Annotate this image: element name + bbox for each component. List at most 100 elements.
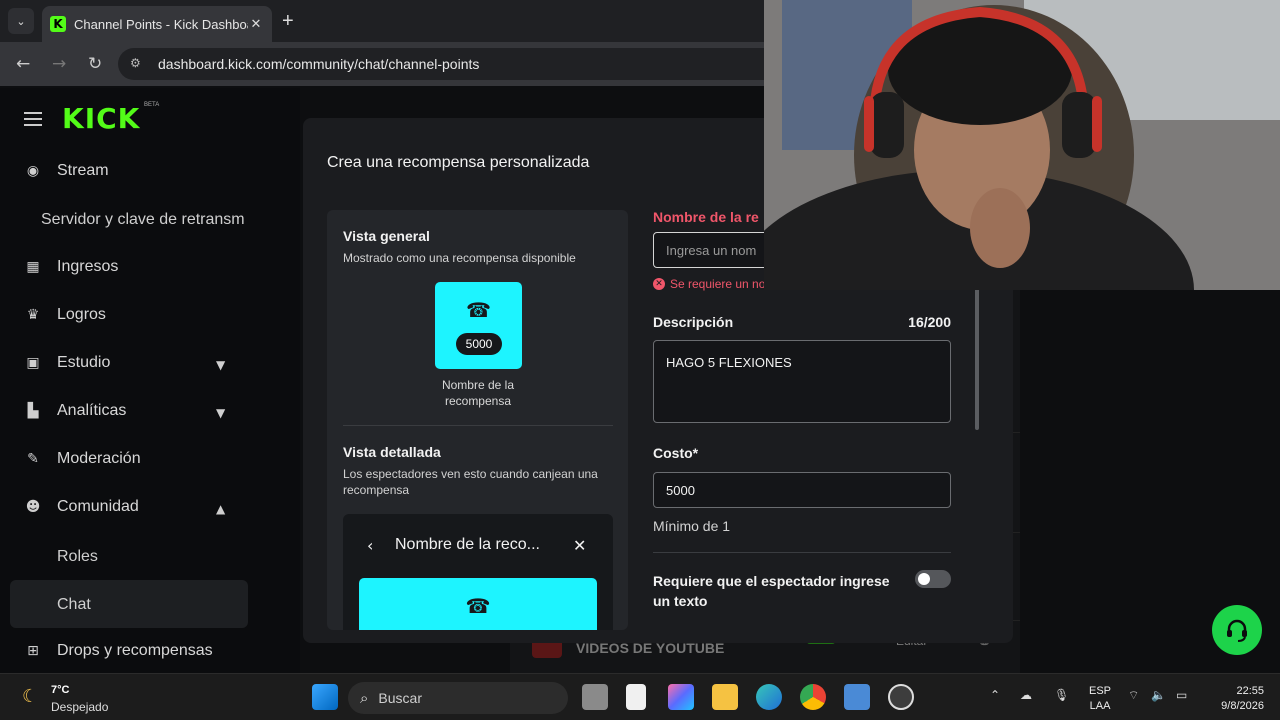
modal-title: Crea una recompensa personalizada [327, 154, 590, 171]
clock-time: 22:55 [1236, 685, 1264, 697]
detail-heading: Vista detallada [343, 444, 441, 460]
sidebar-item-studio[interactable]: ▣ Estudio [24, 354, 110, 372]
broadcast-icon: ◉ [26, 163, 40, 179]
taskbar-search-placeholder: Buscar [378, 690, 422, 706]
users-icon: ☻ [25, 499, 41, 515]
sidebar-item-roles[interactable]: Roles [57, 548, 98, 566]
toggle-knob [918, 573, 930, 585]
sidebar-item-label: Logros [57, 306, 106, 323]
reward-name-error: ✕ Se requiere un no [653, 277, 765, 291]
chevron-up-icon[interactable]: ▲ [216, 502, 225, 516]
search-icon: ⌕ [360, 689, 369, 707]
edge-browser-icon[interactable] [756, 684, 782, 710]
sidebar-item-label: Analíticas [57, 402, 127, 419]
kick-favicon-icon: K [50, 16, 66, 32]
webcam-overlay [764, 0, 1280, 290]
sidebar-item-label: Ingresos [57, 258, 119, 275]
store-icon[interactable] [844, 684, 870, 710]
gift-box-icon: ☎ [466, 298, 491, 322]
obs-icon[interactable] [888, 684, 914, 710]
tab-search-button[interactable]: ⌄ [8, 8, 34, 34]
windows-taskbar: ☾ 7°C Despejado ⌕ Buscar ⌃ ☁ 🎙 ESP LAA ⌔… [0, 673, 1280, 720]
wrench-icon: ✎ [27, 451, 39, 467]
dashboard-sidebar: KICK BETA ◉ Stream Servidor y clave de r… [0, 88, 300, 673]
back-arrow-icon[interactable]: ← [16, 54, 30, 74]
chevron-down-icon[interactable]: ▼ [216, 358, 225, 372]
show-hidden-icons-chevron-icon[interactable]: ⌃ [990, 688, 1000, 702]
reward-tile-preview: ☎ 5000 [435, 282, 522, 369]
sidebar-item-label: Moderación [57, 450, 141, 467]
reward-name-label: Nombre de la re [653, 209, 759, 225]
site-info-icon[interactable]: ⚙ [130, 56, 146, 72]
chevron-down-icon[interactable]: ▼ [216, 406, 225, 420]
webcam-person-image [764, 0, 1280, 290]
sidebar-item-stream[interactable]: ◉ Stream [24, 162, 109, 180]
reload-icon[interactable]: ↻ [88, 54, 102, 74]
task-view-icon[interactable] [582, 684, 608, 710]
detail-reward-tile: ☎ [359, 578, 597, 630]
file-icon[interactable] [626, 684, 646, 710]
cost-hint: Mínimo de 1 [653, 518, 731, 534]
detail-preview-card: ‹ Nombre de la reco... ✕ ☎ [343, 514, 613, 630]
beta-badge: BETA [144, 102, 160, 108]
reward-preview-panel: Vista general Mostrado como una recompen… [327, 210, 628, 630]
gift-box-icon: ☎ [465, 594, 491, 618]
cost-label: Costo* [653, 445, 699, 461]
overview-subtitle: Mostrado como una recompensa disponible [343, 251, 576, 265]
screen: ⌄ K Channel Points - Kick Dashboar ✕ + ←… [0, 0, 1280, 720]
taskbar-search[interactable]: ⌕ Buscar [348, 682, 568, 714]
reward-cost-pill: 5000 [456, 333, 502, 355]
support-headset-button[interactable] [1212, 605, 1262, 655]
sidebar-item-stream-key[interactable]: Servidor y clave de retransm [41, 211, 245, 229]
language-code: ESP [1089, 685, 1112, 697]
sidebar-item-income[interactable]: ▦ Ingresos [24, 258, 118, 276]
microphone-icon[interactable]: 🎙 [1054, 688, 1069, 702]
sidebar-item-label: Estudio [57, 354, 111, 371]
moon-weather-icon[interactable]: ☾ [22, 686, 38, 707]
file-explorer-icon[interactable] [712, 684, 738, 710]
chrome-browser-icon[interactable] [800, 684, 826, 710]
input-language-indicator[interactable]: ESP LAA [1089, 684, 1111, 714]
headset-icon [1227, 619, 1247, 642]
cost-input[interactable]: 5000 [653, 472, 951, 508]
require-text-toggle[interactable] [915, 570, 951, 588]
sidebar-item-analytics[interactable]: ▙ Analíticas [24, 402, 127, 420]
description-char-count: 16/200 [908, 314, 951, 330]
keyboard-layout-code: LAA [1089, 700, 1111, 712]
form-divider [653, 552, 951, 553]
weather-temperature[interactable]: 7°C [51, 684, 69, 696]
new-tab-icon[interactable]: + [282, 10, 294, 33]
weather-description[interactable]: Despejado [51, 700, 108, 714]
trophy-icon: ♛ [26, 307, 40, 323]
tab-title: Channel Points - Kick Dashboar [74, 16, 248, 32]
onedrive-icon[interactable]: ☁ [1020, 688, 1032, 702]
volume-icon[interactable]: 🔈 [1151, 688, 1166, 702]
studio-icon: ▣ [26, 355, 40, 371]
chevron-left-icon: ‹ [367, 536, 374, 555]
windows-start-icon[interactable] [312, 684, 338, 710]
kick-logo[interactable]: KICK [62, 102, 140, 135]
sidebar-item-moderation[interactable]: ✎ Moderación [24, 450, 141, 468]
address-bar[interactable]: ⚙ dashboard.kick.com/community/chat/chan… [118, 48, 798, 80]
close-icon: ✕ [573, 536, 587, 555]
close-tab-icon[interactable]: ✕ [248, 16, 264, 32]
taskbar-clock[interactable]: 22:55 9/8/2026 [1206, 684, 1264, 714]
reward-tile-caption: Nombre de la recompensa [441, 378, 515, 408]
preview-divider [343, 425, 613, 426]
browser-tab[interactable]: K Channel Points - Kick Dashboar ✕ [42, 6, 272, 42]
forward-arrow-icon[interactable]: → [52, 54, 66, 74]
wifi-icon[interactable]: ⌔ [1128, 688, 1139, 703]
battery-icon[interactable]: ▭ [1176, 688, 1187, 702]
detail-subtitle: Los espectadores ven esto cuando canjean… [343, 467, 598, 497]
sidebar-item-achievements[interactable]: ♛ Logros [24, 306, 106, 324]
url-text: dashboard.kick.com/community/chat/channe… [158, 56, 480, 72]
error-icon: ✕ [653, 278, 665, 290]
microsoft-365-icon[interactable] [668, 684, 694, 710]
description-textarea[interactable]: HAGO 5 FLEXIONES [653, 340, 951, 423]
error-text: Se requiere un no [670, 277, 766, 291]
menu-icon[interactable] [24, 112, 42, 126]
sidebar-item-community[interactable]: ☻ Comunidad [24, 498, 139, 516]
sidebar-item-chat[interactable]: Chat [57, 596, 91, 614]
analytics-icon: ▙ [27, 403, 39, 419]
sidebar-item-drops[interactable]: ⊞ Drops y recompensas [24, 642, 213, 660]
